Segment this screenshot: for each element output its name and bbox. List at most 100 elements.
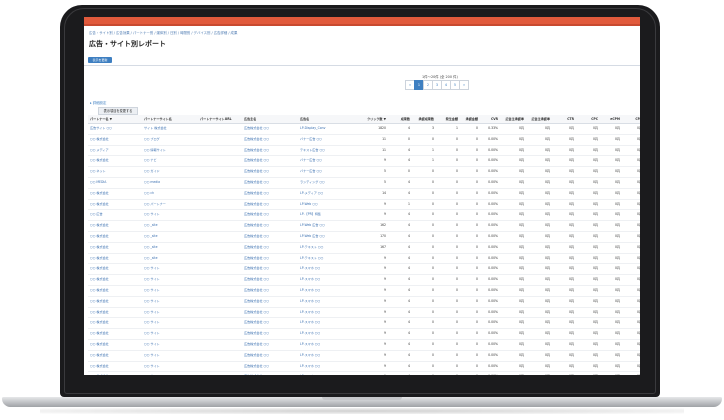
- table-cell-link[interactable]: 広告株式会社 ○○: [244, 372, 298, 375]
- change-columns-button[interactable]: 表示項目を変更する: [98, 107, 138, 115]
- table-cell-link[interactable]: 広告株式会社 ○○: [244, 297, 298, 307]
- table-cell-link[interactable]: LP-テキスト ○○: [300, 254, 354, 264]
- table-cell-link[interactable]: 広告株式会社 ○○: [244, 286, 298, 296]
- table-cell-link[interactable]: ○○ ブログ: [144, 135, 196, 145]
- table-cell-link[interactable]: ○○ 株式会社: [90, 189, 142, 199]
- table-cell-link[interactable]: LP-スマホ ○○: [300, 318, 354, 328]
- table-cell-link[interactable]: 広告株式会社 ○○: [244, 210, 298, 220]
- table-cell-link[interactable]: LP-スマホ ○○: [300, 308, 354, 318]
- table-cell-link[interactable]: ○○ _site: [144, 232, 196, 242]
- table-cell-link[interactable]: 広告株式会社 ○○: [244, 275, 298, 285]
- table-cell-link[interactable]: ○○ 株式会社: [90, 372, 142, 375]
- table-cell-link[interactable]: ○○ サイト: [144, 362, 196, 372]
- table-cell-link[interactable]: ○○ 株式会社: [90, 135, 142, 145]
- table-cell-link[interactable]: LP-スマホ ○○: [300, 372, 354, 375]
- table-cell-link[interactable]: 広告株式会社 ○○: [244, 318, 298, 328]
- table-cell-link[interactable]: ○○ 株式会社: [90, 362, 142, 372]
- table-cell-link[interactable]: ○○ サイト: [144, 351, 196, 361]
- table-cell-link[interactable]: ○○ 株式会社: [90, 286, 142, 296]
- table-cell-link[interactable]: 広告サイト ○○: [90, 124, 142, 134]
- table-cell-link[interactable]: ○○ サイト: [144, 318, 196, 328]
- table-cell-link[interactable]: バナー広告 ○○: [300, 156, 354, 166]
- table-cell-link[interactable]: ○○ 株式会社: [90, 254, 142, 264]
- column-header[interactable]: クリック数 ▼: [356, 115, 386, 123]
- table-cell-link[interactable]: 広告株式会社 ○○: [244, 351, 298, 361]
- table-cell-link[interactable]: ○○ ナビ: [144, 156, 196, 166]
- column-header[interactable]: パートナー名 ▼: [90, 115, 142, 123]
- table-cell-link[interactable]: ○○ 株式会社: [90, 156, 142, 166]
- table-cell-link[interactable]: ○○ 広告: [90, 210, 142, 220]
- table-cell-link[interactable]: ○○ サイト: [144, 275, 196, 285]
- table-cell-link[interactable]: ○○ 株式会社: [90, 275, 142, 285]
- table-cell-link[interactable]: LP-メディア ○○: [300, 189, 354, 199]
- table-cell-link[interactable]: LP-スマホ ○○: [300, 340, 354, 350]
- table-cell-link[interactable]: バナー広告 ○○: [300, 167, 354, 177]
- table-cell-link[interactable]: 広告株式会社 ○○: [244, 308, 298, 318]
- table-cell-link[interactable]: LP-スマホ ○○: [300, 264, 354, 274]
- table-cell-link[interactable]: ○○ 株式会社: [90, 329, 142, 339]
- table-cell-link[interactable]: 広告株式会社 ○○: [244, 178, 298, 188]
- table-cell-link[interactable]: ○○ サイト: [144, 340, 196, 350]
- table-cell-link[interactable]: ○○ サイト: [144, 297, 196, 307]
- table-cell-link[interactable]: LP-Web 広告 ○○: [300, 232, 354, 242]
- table-cell-link[interactable]: テキスト広告 ○○: [300, 146, 354, 156]
- breadcrumb[interactable]: 広告・サイト別 / 広告効果 / パートナー別 / 媒体別 / 日別 / 時間別…: [89, 30, 237, 35]
- table-cell-link[interactable]: 広告株式会社 ○○: [244, 124, 298, 134]
- table-cell-link[interactable]: 広告株式会社 ○○: [244, 156, 298, 166]
- table-cell-link[interactable]: LP-スマホ ○○: [300, 297, 354, 307]
- table-cell-link[interactable]: サイト 株式会社: [144, 124, 196, 134]
- table-cell-link[interactable]: 広告株式会社 ○○: [244, 189, 298, 199]
- table-cell-link[interactable]: 広告株式会社 ○○: [244, 221, 298, 231]
- table-cell-link[interactable]: ○○ 株式会社: [90, 318, 142, 328]
- table-cell-link[interactable]: ○○ 株式会社: [90, 200, 142, 210]
- table-cell-link[interactable]: LP-スマホ ○○: [300, 362, 354, 372]
- table-cell-link[interactable]: ○○ 株式会社: [90, 232, 142, 242]
- table-cell-link[interactable]: 広告株式会社 ○○: [244, 135, 298, 145]
- table-cell-link[interactable]: ○○ _site: [144, 254, 196, 264]
- table-cell-link[interactable]: ○○ 株式会社: [90, 297, 142, 307]
- table-cell-link[interactable]: ○○ メディア: [90, 146, 142, 156]
- table-cell-link[interactable]: ランディング ○○: [300, 178, 354, 188]
- table-cell-link[interactable]: ○○ ch: [144, 189, 196, 199]
- table-cell-link[interactable]: ○○ サイト: [144, 329, 196, 339]
- detail-settings-toggle[interactable]: ▸ 詳細設定: [90, 100, 106, 105]
- table-cell-link[interactable]: ○○ media: [144, 178, 196, 188]
- table-cell-link[interactable]: 広告株式会社 ○○: [244, 200, 298, 210]
- table-cell-link[interactable]: ○○ ガイド: [144, 167, 196, 177]
- table-cell-link[interactable]: ○○ 株式会社: [90, 221, 142, 231]
- table-cell-link[interactable]: 広告株式会社 ○○: [244, 340, 298, 350]
- pagination-next[interactable]: »: [459, 80, 469, 90]
- table-cell-link[interactable]: LP-Web ○○: [300, 200, 354, 210]
- table-cell-link[interactable]: ○○ サイト: [144, 372, 196, 375]
- refresh-button[interactable]: 表示を更新: [88, 57, 112, 63]
- table-cell-link[interactable]: LP-【PR】特集: [300, 210, 354, 220]
- table-cell-link[interactable]: 広告株式会社 ○○: [244, 146, 298, 156]
- table-cell-link[interactable]: ○○ サイト: [144, 286, 196, 296]
- table-cell-link[interactable]: LP-Display_Conv: [300, 124, 354, 134]
- table-cell-link[interactable]: 広告株式会社 ○○: [244, 264, 298, 274]
- table-cell-link[interactable]: ○○ _site: [144, 243, 196, 253]
- table-cell-link[interactable]: LP-スマホ ○○: [300, 329, 354, 339]
- table-cell-link[interactable]: 広告株式会社 ○○: [244, 243, 298, 253]
- table-cell-link[interactable]: ○○ 株式会社: [90, 308, 142, 318]
- table-cell-link[interactable]: ○○ 株式会社: [90, 264, 142, 274]
- table-cell-link[interactable]: 広告株式会社 ○○: [244, 329, 298, 339]
- table-cell-link[interactable]: ○○ サイト: [144, 308, 196, 318]
- table-cell-link[interactable]: ○○ 株式会社: [90, 243, 142, 253]
- table-cell-link[interactable]: 広告株式会社 ○○: [244, 362, 298, 372]
- table-cell-link[interactable]: ○○ 株式会社: [90, 351, 142, 361]
- table-cell-link[interactable]: LP-スマホ ○○: [300, 351, 354, 361]
- table-cell-link[interactable]: LP-スマホ ○○: [300, 286, 354, 296]
- table-cell-link[interactable]: LP-テキスト ○○: [300, 243, 354, 253]
- table-cell-link[interactable]: 広告株式会社 ○○: [244, 232, 298, 242]
- table-cell-link[interactable]: 広告株式会社 ○○: [244, 167, 298, 177]
- table-cell-link[interactable]: バナー広告 ○○: [300, 135, 354, 145]
- table-cell-link[interactable]: ○○ 情報サイト: [144, 146, 196, 156]
- table-cell-link[interactable]: ○○ パートナー: [144, 200, 196, 210]
- table-cell-link[interactable]: ○○ _site: [144, 221, 196, 231]
- table-cell-link[interactable]: ○○ ネット: [90, 167, 142, 177]
- table-cell-link[interactable]: ○○ サイト: [144, 210, 196, 220]
- table-cell-link[interactable]: LP-スマホ ○○: [300, 275, 354, 285]
- table-cell-link[interactable]: ○○ MEDIA: [90, 178, 142, 188]
- table-cell-link[interactable]: 広告株式会社 ○○: [244, 254, 298, 264]
